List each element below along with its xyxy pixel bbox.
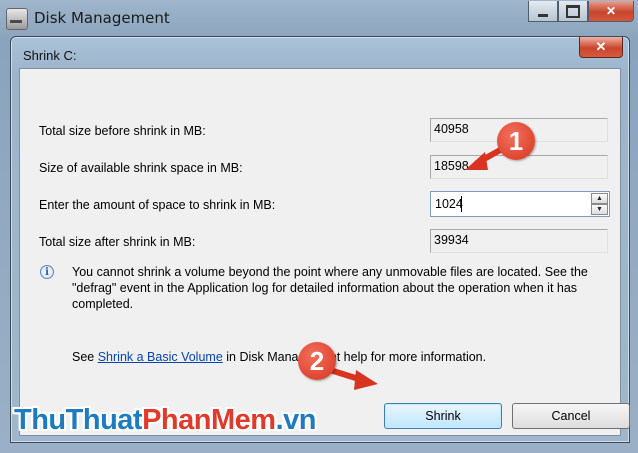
close-icon: ✕ bbox=[595, 39, 607, 54]
shrink-amount-label: Enter the amount of space to shrink in M… bbox=[39, 198, 276, 212]
total-size-after-label: Total size after shrink in MB: bbox=[39, 235, 196, 249]
info-message: You cannot shrink a volume beyond the po… bbox=[72, 265, 588, 311]
window-close-button[interactable]: ✕ bbox=[588, 1, 634, 22]
watermark-part-2: PhanMem bbox=[142, 404, 276, 436]
chevron-up-icon: ▲ bbox=[596, 195, 603, 202]
maximize-button[interactable] bbox=[558, 1, 588, 22]
minimize-icon bbox=[538, 13, 548, 17]
shrink-amount-spinner[interactable]: ▲ ▼ bbox=[591, 193, 608, 215]
total-size-after-value: 39934 bbox=[430, 229, 608, 253]
shrink-basic-volume-link[interactable]: Shrink a Basic Volume bbox=[98, 350, 223, 364]
disk-management-app-icon bbox=[6, 8, 28, 30]
shrink-button[interactable]: Shrink bbox=[384, 403, 502, 429]
minimize-button[interactable] bbox=[528, 1, 558, 22]
spin-down-button[interactable]: ▼ bbox=[591, 204, 608, 215]
site-watermark: ThuThuatPhanMem.vn bbox=[14, 404, 316, 437]
info-icon: i bbox=[40, 265, 54, 279]
text-caret bbox=[461, 196, 462, 212]
total-size-before-label: Total size before shrink in MB: bbox=[39, 124, 206, 138]
dialog-close-button[interactable]: ✕ bbox=[579, 37, 623, 58]
close-icon: ✕ bbox=[605, 4, 617, 18]
chevron-down-icon: ▼ bbox=[596, 206, 603, 213]
window-title: Disk Management bbox=[34, 9, 170, 27]
window-controls: ✕ bbox=[528, 1, 634, 22]
step-2-marker: 2 bbox=[298, 342, 336, 380]
step-1-marker: 1 bbox=[497, 122, 535, 160]
shrink-amount-input[interactable]: 1024 ▲ ▼ bbox=[430, 191, 610, 217]
help-prefix: See bbox=[72, 350, 98, 364]
window-title-bar[interactable]: Disk Management ✕ bbox=[0, 0, 638, 36]
maximize-icon bbox=[566, 4, 580, 18]
watermark-part-1: ThuThuat bbox=[14, 404, 143, 436]
shrink-amount-value: 1024 bbox=[435, 197, 463, 211]
cancel-button[interactable]: Cancel bbox=[512, 403, 630, 429]
available-shrink-space-label: Size of available shrink space in MB: bbox=[39, 161, 243, 175]
spin-up-button[interactable]: ▲ bbox=[591, 193, 608, 204]
help-line: See Shrink a Basic Volume in Disk Manage… bbox=[72, 350, 486, 364]
watermark-part-3: .vn bbox=[275, 404, 317, 436]
dialog-title: Shrink C: bbox=[23, 48, 77, 63]
